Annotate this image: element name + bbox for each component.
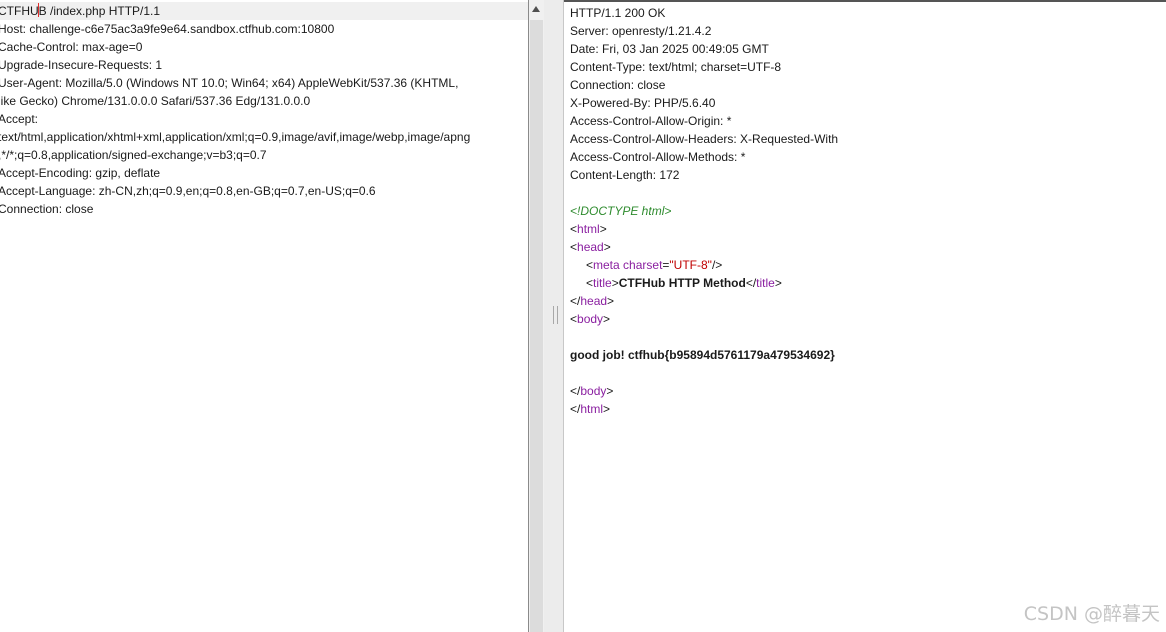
scroll-up-arrow-icon[interactable] (532, 6, 540, 12)
html-doctype: <!DOCTYPE html> (570, 204, 672, 218)
request-line[interactable]: Cache-Control: max-age=0 (0, 38, 142, 56)
body-open-line: <body> (570, 312, 611, 326)
request-line[interactable]: Upgrade-Insecure-Requests: 1 (0, 56, 162, 74)
response-header-line: Content-Type: text/html; charset=UTF-8 (570, 60, 782, 74)
response-header-line: Date: Fri, 03 Jan 2025 00:49:05 GMT (570, 42, 769, 56)
response-header-line: Content-Length: 172 (570, 168, 680, 182)
request-line[interactable]: Host: challenge-c6e75ac3a9fe9e64.sandbox… (0, 20, 334, 38)
body-tag: body (577, 312, 604, 326)
pane-splitter[interactable] (544, 0, 564, 632)
meta-line: <meta charset="UTF-8"/> (586, 258, 723, 272)
page-title-text: CTFHub HTTP Method (618, 276, 746, 290)
request-line[interactable]: ,*/*;q=0.8,application/signed-exchange;v… (0, 146, 267, 164)
request-line[interactable]: Connection: close (0, 200, 93, 218)
html-open-line: <html> (570, 222, 607, 236)
response-header-line: HTTP/1.1 200 OK (570, 6, 666, 20)
response-header-line: Server: openresty/1.21.4.2 (570, 24, 712, 38)
request-line[interactable]: Accept-Encoding: gzip, deflate (0, 164, 160, 182)
meta-attr-value: "UTF-8" (669, 258, 712, 272)
title-close-tag: title (756, 276, 775, 290)
response-header-line: Connection: close (570, 78, 666, 92)
response-viewer[interactable]: HTTP/1.1 200 OK Server: openresty/1.21.4… (564, 0, 1166, 632)
request-line[interactable]: Accept-Language: zh-CN,zh;q=0.9,en;q=0.8… (0, 182, 376, 200)
title-tag: title (593, 276, 612, 290)
scrollbar-thumb[interactable] (530, 20, 543, 632)
request-line[interactable]: CTFHUB /index.php HTTP/1.1 (0, 2, 528, 20)
body-close-line: </body> (570, 384, 614, 398)
meta-attr: charset (623, 258, 663, 272)
head-close-tag: head (580, 294, 608, 308)
head-open-line: <head> (570, 240, 611, 254)
splitter-grip-icon[interactable] (553, 306, 558, 324)
head-tag: head (577, 240, 604, 254)
response-header-line: Access-Control-Allow-Headers: X-Requeste… (570, 132, 839, 146)
request-editor[interactable]: CTFHUB /index.php HTTP/1.1 Host: challen… (0, 0, 528, 632)
http-viewer: CTFHUB /index.php HTTP/1.1 Host: challen… (0, 0, 1166, 632)
response-header-line: Access-Control-Allow-Methods: * (570, 150, 746, 164)
response-header-line: X-Powered-By: PHP/5.6.40 (570, 96, 716, 110)
request-scrollbar[interactable] (528, 0, 544, 632)
html-close-tag: html (580, 402, 604, 416)
title-line: <title>CTFHub HTTP Method</title> (586, 276, 782, 290)
request-line[interactable]: text/html,application/xhtml+xml,applicat… (0, 128, 470, 146)
request-line[interactable]: like Gecko) Chrome/131.0.0.0 Safari/537.… (0, 92, 310, 110)
request-line[interactable]: User-Agent: Mozilla/5.0 (Windows NT 10.0… (0, 74, 458, 92)
meta-tag: meta (593, 258, 620, 272)
csdn-watermark: CSDN @醉暮天 (1023, 603, 1160, 625)
head-close-line: </head> (570, 294, 615, 308)
response-header-line: Access-Control-Allow-Origin: * (570, 114, 732, 128)
request-line[interactable]: Accept: (0, 110, 38, 128)
body-close-tag: body (580, 384, 607, 398)
html-tag: html (577, 222, 600, 236)
text-caret (38, 3, 39, 17)
html-close-line: </html> (570, 402, 611, 416)
flag-text: good job! ctfhub{b95894d5761179a47953469… (570, 348, 835, 362)
